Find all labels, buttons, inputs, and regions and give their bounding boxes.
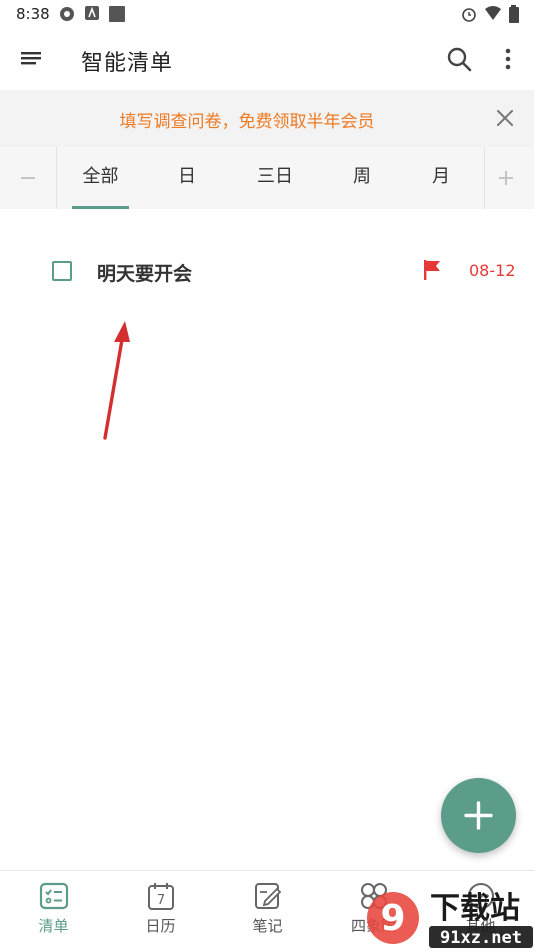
note-icon: [254, 883, 281, 909]
svg-text:91xz.net: 91xz.net: [440, 928, 522, 948]
app-notification-icon: [85, 6, 99, 20]
plus-icon: [499, 171, 513, 185]
close-icon[interactable]: [492, 105, 518, 131]
tab-day[interactable]: 日: [162, 147, 212, 209]
wifi-icon: [485, 6, 501, 20]
tab-week[interactable]: 周: [337, 147, 387, 209]
minus-icon: [21, 177, 35, 179]
nav-list[interactable]: 清单: [0, 881, 107, 947]
site-watermark-logo: 9 下载站 91xz.net: [367, 891, 533, 948]
add-task-button[interactable]: [441, 778, 516, 853]
task-checkbox[interactable]: [52, 261, 72, 281]
tab-month[interactable]: 月: [416, 147, 466, 209]
tab-all[interactable]: 全部: [72, 147, 129, 209]
status-time: 8:38: [16, 5, 50, 23]
period-tabs: 全部 日 三日 周 月: [0, 147, 534, 209]
priority-flag-icon: [424, 260, 440, 280]
battery-icon: [509, 5, 519, 23]
more-vert-icon[interactable]: [496, 45, 520, 73]
page-title: 智能清单: [81, 51, 174, 76]
task-title[interactable]: 明天要开会: [97, 259, 192, 286]
zoom-in-button[interactable]: [484, 147, 534, 209]
calendar-day: 7: [156, 893, 164, 908]
nav-label[interactable]: 清单: [0, 915, 107, 936]
status-bar: 8:38: [0, 0, 534, 28]
menu-icon[interactable]: [18, 46, 44, 72]
nav-label[interactable]: 日历: [107, 915, 214, 936]
nav-notes[interactable]: 笔记: [214, 881, 321, 947]
alarm-icon: [462, 8, 476, 22]
calendar-icon: 7: [147, 883, 174, 910]
app-bar: 智能清单: [0, 28, 534, 90]
task-row[interactable]: 明天要开会 08-12: [0, 240, 534, 302]
tab-three-days[interactable]: 三日: [245, 147, 305, 209]
app-notification-icon: [60, 7, 74, 21]
svg-text:下载站: 下载站: [430, 891, 520, 926]
banner-text[interactable]: 填写调查问卷，免费领取半年会员: [0, 107, 494, 132]
nav-label[interactable]: 笔记: [214, 915, 321, 936]
survey-banner[interactable]: 填写调查问卷，免费领取半年会员: [0, 90, 534, 147]
checklist-icon: [39, 882, 68, 910]
plus-icon: [464, 801, 493, 830]
nav-calendar[interactable]: 7 日历: [107, 881, 214, 947]
search-icon[interactable]: [445, 45, 473, 73]
due-date: 08-12: [469, 261, 516, 280]
annotation-arrow-icon: [103, 321, 130, 440]
zoom-out-button[interactable]: [0, 147, 57, 209]
svg-text:9: 9: [380, 898, 405, 939]
app-notification-icon: [109, 6, 125, 22]
